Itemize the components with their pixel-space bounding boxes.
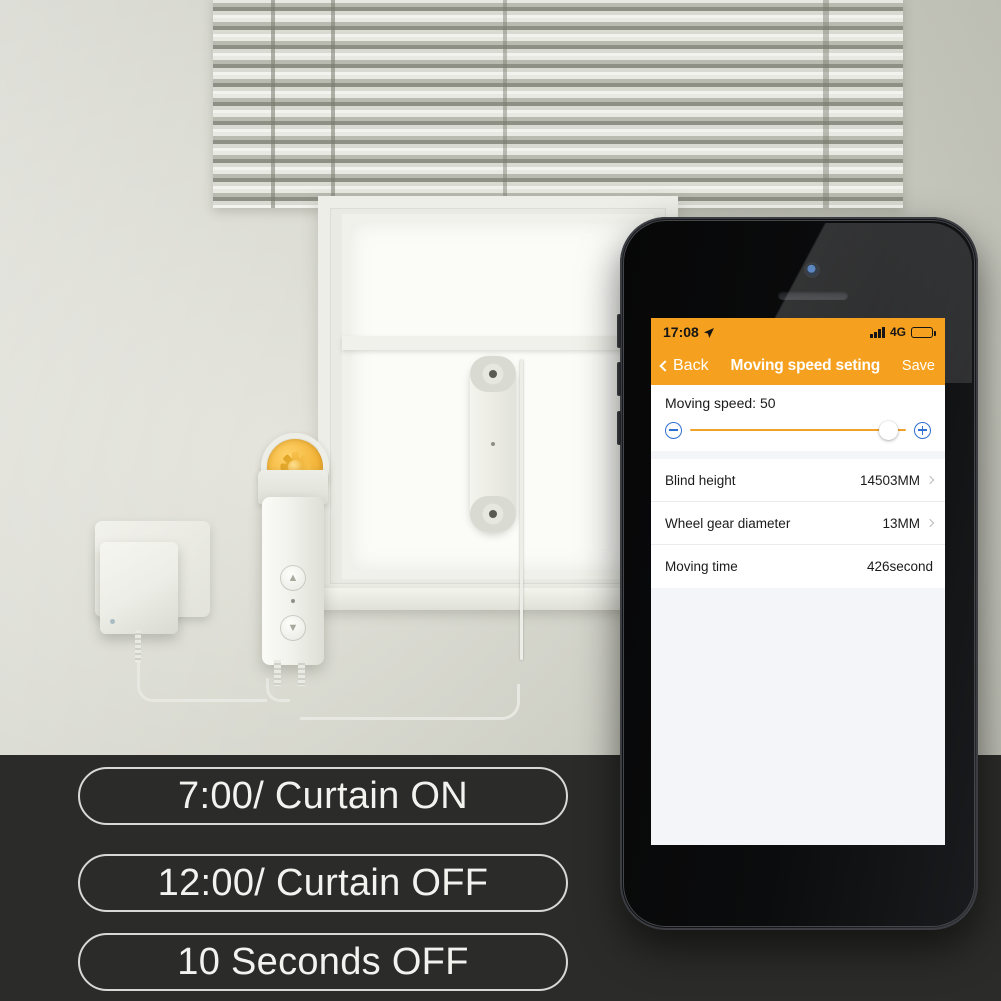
front-camera-icon: [806, 264, 818, 276]
caption-text: 12:00/ Curtain OFF: [157, 861, 489, 904]
rail-cap-top-icon: [470, 356, 516, 392]
motor-up-button-icon: ▲: [280, 565, 306, 591]
section-gap: [651, 451, 945, 459]
row-value: 426second: [866, 559, 933, 574]
rail-center-dot-icon: [491, 442, 495, 446]
motor-down-button-icon: ▼: [280, 615, 306, 641]
chevron-right-icon: [925, 518, 935, 528]
cable-adapter-to-motor: [137, 662, 267, 702]
power-adapter: [100, 542, 178, 634]
save-button[interactable]: Save: [902, 358, 935, 374]
row-label: Blind height: [665, 472, 736, 488]
phone-screen: 17:08 4G Back Moving speed seting Save M…: [651, 318, 945, 845]
window-rail-bracket: [470, 356, 516, 532]
back-button[interactable]: Back: [659, 356, 709, 375]
rail-cord: [520, 360, 523, 660]
adapter-cord: [135, 630, 141, 664]
page-title: Moving speed seting: [730, 356, 881, 374]
back-button-label: Back: [673, 356, 709, 374]
signal-bars-icon: [870, 326, 885, 338]
moving-speed-section: Moving speed: 50: [651, 385, 945, 451]
status-time: 17:08: [663, 324, 699, 340]
list-item-blind-height[interactable]: Blind height 14503MM: [651, 459, 945, 502]
silent-switch[interactable]: [617, 314, 621, 348]
settings-list: Blind height 14503MM Wheel gear diameter…: [651, 459, 945, 588]
caption-pill-schedule-on: 7:00/ Curtain ON: [78, 767, 568, 825]
volume-down-button[interactable]: [617, 411, 621, 445]
adapter-led-icon: [110, 619, 115, 624]
status-bar-left: 17:08: [663, 324, 715, 340]
row-label: Moving time: [665, 559, 738, 574]
network-type: 4G: [889, 325, 906, 339]
battery-icon: [911, 326, 936, 338]
minus-circle-icon[interactable]: [665, 421, 682, 439]
chevron-right-icon: [925, 475, 935, 485]
caption-text: 10 Seconds OFF: [177, 940, 469, 983]
list-item-wheel-gear-diameter[interactable]: Wheel gear diameter 13MM: [651, 502, 945, 545]
cable-motor-to-rail: [300, 684, 520, 720]
window-mullion: [342, 336, 654, 350]
moving-speed-slider-row: [665, 411, 931, 451]
rail-cap-bottom-icon: [470, 496, 516, 532]
curtain-motor-unit: ▲ ▼: [262, 497, 324, 665]
status-bar: 17:08 4G: [651, 318, 945, 346]
speed-slider[interactable]: [690, 420, 906, 440]
caption-text: 7:00/ Curtain ON: [178, 774, 468, 817]
motor-plug-connectors: [268, 660, 318, 686]
screen-content: Moving speed: 50 Blind height 14503MM Wh…: [651, 385, 945, 845]
status-bar-right: 4G: [870, 325, 936, 339]
caption-pill-schedule-off: 12:00/ Curtain OFF: [78, 854, 568, 912]
volume-up-button[interactable]: [617, 362, 621, 396]
earpiece-speaker-icon: [778, 291, 848, 300]
location-arrow-icon: [703, 326, 715, 338]
screenshot-root: ▲ ▼ 7:00/ Curtain ON 12:00/ Curtain OFF …: [0, 0, 1001, 1001]
nav-bar: Back Moving speed seting Save: [651, 346, 945, 385]
row-value: 14503MM: [859, 472, 920, 488]
motor-led-icon: [291, 599, 295, 603]
slider-thumb[interactable]: [878, 420, 898, 440]
caption-pill-timer-off: 10 Seconds OFF: [78, 933, 568, 991]
row-label: Wheel gear diameter: [665, 515, 791, 531]
chevron-left-icon: [659, 359, 671, 372]
plus-circle-icon[interactable]: [914, 421, 931, 439]
list-item-moving-time: Moving time 426second: [651, 545, 945, 588]
slider-track: [690, 428, 906, 432]
blind-cords: [213, 0, 903, 208]
row-value: 13MM: [882, 515, 920, 531]
moving-speed-label: Moving speed: 50: [665, 395, 776, 411]
